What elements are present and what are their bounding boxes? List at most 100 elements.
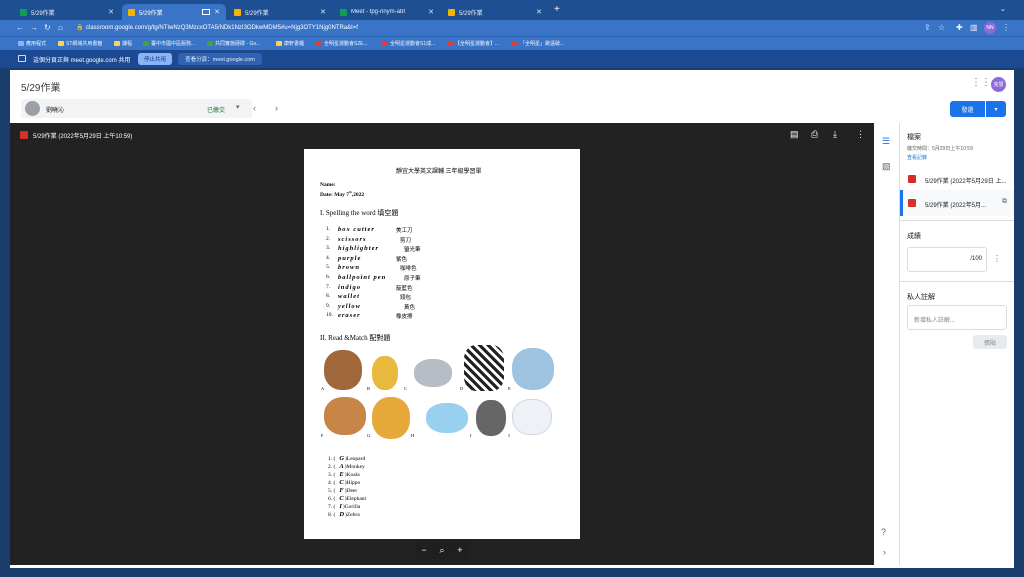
more-options-icon[interactable]: ⋮ [856,129,865,140]
browser-tab[interactable]: 5/29作業 ✕ [228,4,332,20]
folder-icon [114,41,120,46]
matching-answer: C [339,479,344,486]
section-match-title: II. Read &Match 配對題 [320,334,391,342]
close-tab-icon[interactable]: ✕ [108,8,114,16]
back-icon[interactable]: ← [16,23,24,32]
share-icon[interactable]: ⇪ [924,23,931,32]
spelling-number: 3. [326,245,331,252]
student-selector[interactable]: 劉曉沁 已繳交 ▾ [21,99,252,118]
apps-grid-icon[interactable]: ⋮⋮ [971,77,991,88]
bookmark-item[interactable]: 課程 [114,40,132,47]
post-note-button[interactable]: 張貼 [973,335,1007,349]
collapse-panel-icon[interactable]: › [883,547,886,557]
matching-answer: F [339,487,344,494]
download-icon[interactable]: ⤓ [833,129,837,140]
view-history-link[interactable]: 查看記錄 [907,154,927,161]
view-tab-button[interactable]: 查看分頁：meet.google.com [178,53,262,65]
bookmark-item[interactable]: 康軒書櫃 [276,40,304,47]
grade-options-icon[interactable]: ⋮ [993,254,1001,263]
private-note-input[interactable]: 新增私人註解... [907,305,1007,330]
grade-input[interactable]: /100 [907,247,987,272]
file-attachment-selected[interactable]: 5/29作業 (2022年5月... ⧉ [900,190,1014,216]
browser-tab[interactable]: Meet - tpg-nnym-abf ✕ [334,4,440,20]
matching-answer: G [339,455,345,462]
return-options-dropdown[interactable]: ▾ [986,101,1006,117]
submission-status: 已繳交 [207,108,226,114]
viewer-side-rail: ☰ ▧ ? › [874,123,899,565]
deer-picture [324,397,366,435]
previous-student-icon[interactable]: ‹ [253,103,256,113]
apps-grid-icon [18,41,24,46]
spelling-chinese: 原子筆 [404,276,421,282]
home-icon[interactable]: ⌂ [58,23,63,32]
spelling-number: 7. [326,283,331,290]
browser-tab[interactable]: 5/29作業 ✕ [442,4,548,20]
spelling-chinese: 靛藍色 [396,285,413,292]
close-tab-icon[interactable]: ✕ [536,8,542,16]
return-button[interactable]: 發還 [950,101,985,117]
bookmark-item[interactable]: 共同實施硬碟 - Go... [207,40,260,47]
spelling-number: 1. [326,226,331,232]
file-attachment[interactable]: 5/29作業 (2022年5月29日 上... [900,167,1014,191]
profile-avatar[interactable]: NN [984,22,996,34]
section-spelling-title: I. Spelling the word 填空題 [320,209,399,217]
spelling-answer: wallet [338,293,360,301]
spelling-number: 9. [326,302,331,309]
private-notes-heading: 私人註解 [907,294,935,301]
student-avatar [25,101,40,116]
side-panel-icon[interactable]: ▥ [970,23,978,32]
spelling-number: 4. [326,254,331,261]
zoom-out-icon[interactable]: − [421,545,426,555]
help-icon[interactable]: ? [881,527,886,537]
matching-item: 5. (F)Deer [328,487,358,494]
matching-answer: D [339,511,345,518]
menu-kebab-icon[interactable]: ⋮ [1002,23,1010,32]
divider [900,220,1014,221]
close-tab-icon[interactable]: ✕ [214,8,220,16]
url-text: classroom.google.com/g/tg/NTIwNzQ3MzcxOT… [86,25,358,31]
dropdown-arrow-icon[interactable]: ▾ [236,103,240,111]
bookmarks-bar: 應用程式 ST網域共用書籤 課程 臺中市國中區服務... 共同實施硬碟 - Go… [0,36,1024,50]
picture-letter: D [460,386,464,391]
browser-tab-strip: 5/29作業 ✕ 5/29作業 ✕ 5/29作業 ✕ Meet - tpg-nnym-… [0,0,1024,20]
open-in-new-icon[interactable]: ⧉ [1002,198,1007,206]
browser-tab-active[interactable]: 5/29作業 ✕ [122,4,226,20]
account-avatar[interactable]: 克慧 [991,77,1006,92]
address-bar[interactable]: 🔒 classroom.google.com/g/tg/NTIwNzQ3Mzcx… [72,22,872,34]
bookmark-item[interactable]: 應用程式 [18,40,46,47]
youtube-icon [447,41,453,46]
browser-tab[interactable]: 5/29作業 ✕ [14,4,120,20]
bookmark-star-icon[interactable]: ☆ [938,23,945,32]
zoom-reset-icon[interactable]: ⌕ [439,545,444,556]
print-icon[interactable]: ⎙ [811,129,818,140]
next-student-icon[interactable]: › [275,103,278,113]
lock-icon: 🔒 [76,25,84,31]
new-tab-icon[interactable]: + [554,4,560,15]
matching-item: 3. (E)Koala [328,471,360,478]
bookmark-item[interactable]: 臺中市國中區服務... [143,40,195,47]
extensions-icon[interactable]: ✚ [956,23,963,32]
spelling-chinese: 咖啡色 [400,266,417,273]
bookmark-item[interactable]: 【全明星運動會】... [447,40,499,47]
bookmark-item[interactable]: 全明星運動會S2E... [316,40,368,47]
spelling-number: 6. [326,274,331,280]
tab-search-icon[interactable]: ⌄ [1000,5,1006,13]
details-icon[interactable]: ☰ [882,136,890,147]
bookmark-item[interactable]: 「全明星」跳遠破... [512,40,564,47]
add-comment-icon[interactable]: ▤ [790,129,799,140]
youtube-icon [382,41,388,46]
close-tab-icon[interactable]: ✕ [320,8,326,16]
submitted-time: 繳交時間：5月29日上午10:59 [907,146,973,152]
files-heading: 檔案 [907,134,921,141]
zebra-picture [464,345,504,391]
bookmark-item[interactable]: 全明星運動會S1成... [382,40,435,47]
comments-icon[interactable]: ▧ [882,161,891,172]
close-tab-icon[interactable]: ✕ [428,8,434,16]
stop-sharing-button[interactable]: 停止共用 [138,53,172,65]
spelling-answer: brown [338,264,360,272]
zoom-in-icon[interactable]: + [457,545,462,555]
reload-icon[interactable]: ↻ [44,23,51,32]
bookmark-item[interactable]: ST網域共用書籤 [58,40,102,47]
monkey-picture [324,350,362,390]
forward-icon[interactable]: → [30,23,38,32]
